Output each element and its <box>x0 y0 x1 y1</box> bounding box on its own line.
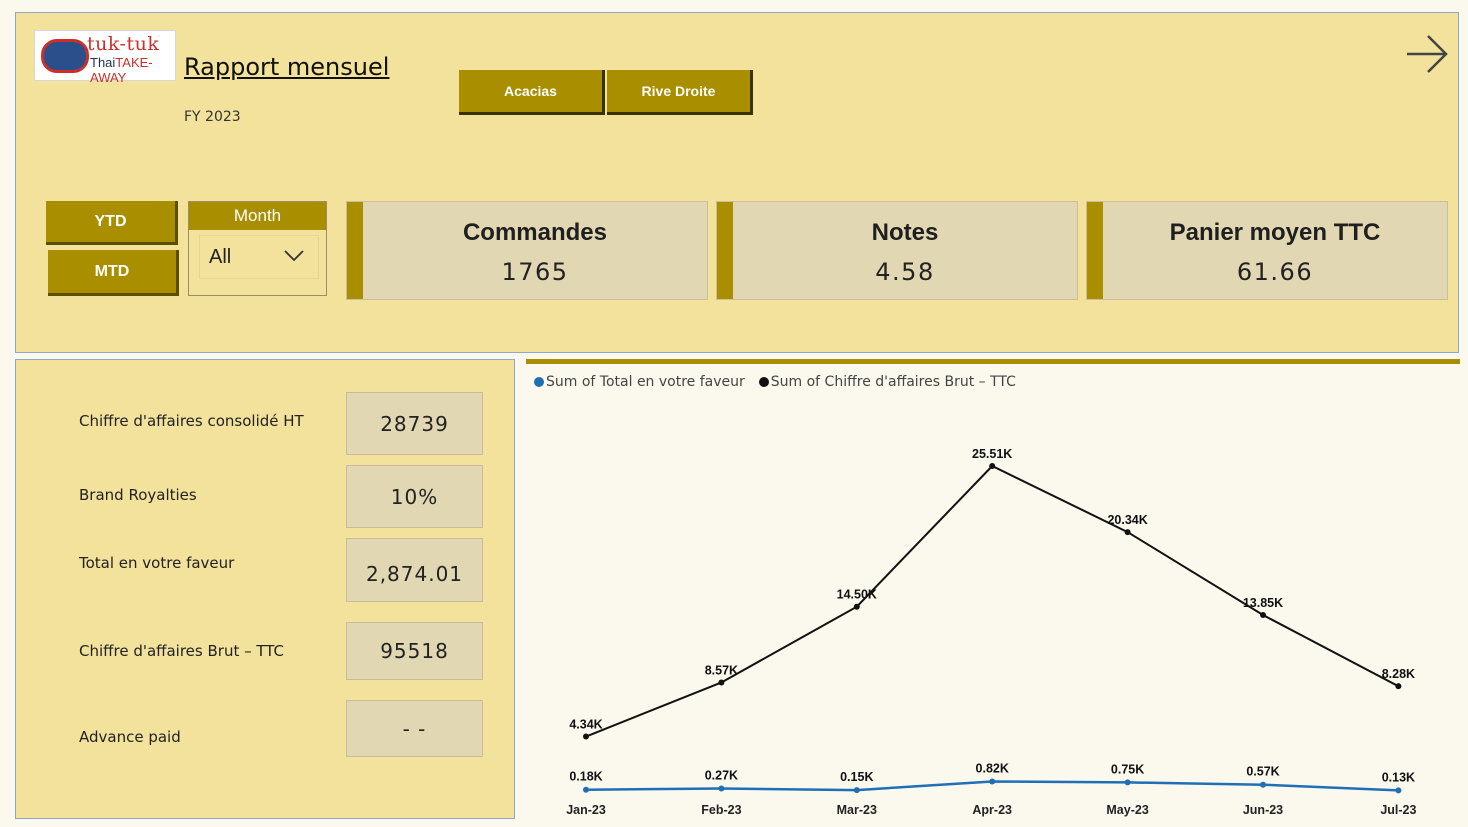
logo-text-sub: ThaiTAKE-AWAY <box>90 55 153 85</box>
data-label: 0.18K <box>569 770 602 784</box>
arrow-right-icon[interactable] <box>1404 31 1450 77</box>
header-panel: tuk-tuk ThaiTAKE-AWAY Rapport mensuel FY… <box>15 12 1459 353</box>
dashboard-page: tuk-tuk ThaiTAKE-AWAY Rapport mensuel FY… <box>0 0 1468 827</box>
metric-label-ca-brut: Chiffre d'affaires Brut – TTC <box>79 642 285 660</box>
logo-text-main: tuk-tuk <box>87 33 160 55</box>
month-selected-value: All <box>209 245 232 268</box>
data-label: 14.50K <box>837 588 877 602</box>
data-point[interactable] <box>853 787 860 794</box>
store-button-rive-droite[interactable]: Rive Droite <box>607 70 753 115</box>
data-label: 0.27K <box>705 769 738 783</box>
metric-value-royalties: 10% <box>346 465 483 528</box>
kpi-accent-bar <box>1087 202 1103 299</box>
mtd-button[interactable]: MTD <box>48 250 179 296</box>
data-label: 4.34K <box>569 718 602 732</box>
kpi-value: 61.66 <box>1236 258 1314 286</box>
kpi-title: Panier moyen TTC <box>1169 219 1381 246</box>
data-label: 8.57K <box>705 663 738 677</box>
data-label: 20.34K <box>1107 513 1147 527</box>
data-label: 0.15K <box>840 770 873 784</box>
metric-label-ca-ht: Chiffre d'affaires consolidé HT <box>79 412 304 430</box>
data-label: 0.82K <box>976 762 1009 776</box>
metric-label-total-faveur: Total en votre faveur <box>79 554 235 572</box>
data-label: 0.57K <box>1246 765 1279 779</box>
monthly-line-chart: Sum of Total en votre faveur Sum of Chif… <box>526 359 1460 819</box>
data-point[interactable] <box>583 786 589 793</box>
x-tick-label: Apr-23 <box>972 803 1012 817</box>
kpi-title: Notes <box>871 219 939 246</box>
x-tick-label: Mar-23 <box>837 803 877 817</box>
metric-value-ca-ht: 28739 <box>346 392 483 455</box>
month-dropdown[interactable]: All <box>199 235 319 279</box>
data-point[interactable] <box>853 603 860 610</box>
kpi-card-notes: Notes 4.58 <box>716 201 1078 300</box>
x-tick-label: Jul-23 <box>1380 803 1416 817</box>
fiscal-year-label: FY 2023 <box>184 109 241 125</box>
kpi-title: Commandes <box>462 219 608 246</box>
data-label: 0.75K <box>1111 762 1144 776</box>
metric-label-royalties: Brand Royalties <box>79 486 197 504</box>
data-label: 25.51K <box>972 447 1012 461</box>
data-point[interactable] <box>1124 779 1131 786</box>
data-point[interactable] <box>989 778 996 785</box>
chevron-down-icon[interactable] <box>284 250 304 262</box>
data-label: 13.85K <box>1243 596 1283 610</box>
kpi-card-commandes: Commandes 1765 <box>346 201 708 300</box>
metric-value-ca-brut: 95518 <box>346 622 483 680</box>
kpi-value: 1765 <box>501 258 569 286</box>
kpi-value: 4.58 <box>875 258 935 286</box>
tuk-tuk-logo-icon <box>41 39 89 73</box>
x-tick-label: Jan-23 <box>566 803 606 817</box>
data-label: 0.13K <box>1382 770 1415 784</box>
metric-value-total-faveur: 2,874.01 <box>346 538 483 602</box>
data-label: 8.28K <box>1382 667 1415 681</box>
data-point[interactable] <box>1395 683 1402 690</box>
month-slicer: Month All <box>188 201 327 296</box>
data-point[interactable] <box>583 733 589 740</box>
x-tick-label: Jun-23 <box>1243 803 1283 817</box>
kpi-accent-bar <box>347 202 363 299</box>
ytd-button[interactable]: YTD <box>46 201 178 245</box>
month-slicer-label: Month <box>189 202 326 230</box>
kpi-accent-bar <box>717 202 733 299</box>
data-point[interactable] <box>718 785 725 792</box>
brand-logo: tuk-tuk ThaiTAKE-AWAY <box>34 30 176 85</box>
metric-label-advance-paid: Advance paid <box>79 728 181 746</box>
chart-plot-area: 0.18K 0.27K 0.15K 0.82K 0.75K 0.57K 0.13K 4.34K… <box>566 447 1416 817</box>
financial-summary-panel: Chiffre d'affaires consolidé HT 28739 Br… <box>15 359 515 819</box>
data-point[interactable] <box>1124 529 1131 536</box>
metric-value-advance-paid: - - <box>346 700 483 757</box>
kpi-card-panier-moyen: Panier moyen TTC 61.66 <box>1086 201 1448 300</box>
page-title: Rapport mensuel <box>184 53 390 81</box>
data-point[interactable] <box>1260 781 1266 788</box>
data-point[interactable] <box>718 679 725 686</box>
store-button-acacias[interactable]: Acacias <box>459 70 605 115</box>
x-tick-label: Feb-23 <box>701 803 741 817</box>
data-point[interactable] <box>989 463 996 469</box>
x-tick-label: May-23 <box>1106 803 1148 817</box>
data-point[interactable] <box>1395 787 1402 794</box>
data-point[interactable] <box>1260 612 1266 619</box>
